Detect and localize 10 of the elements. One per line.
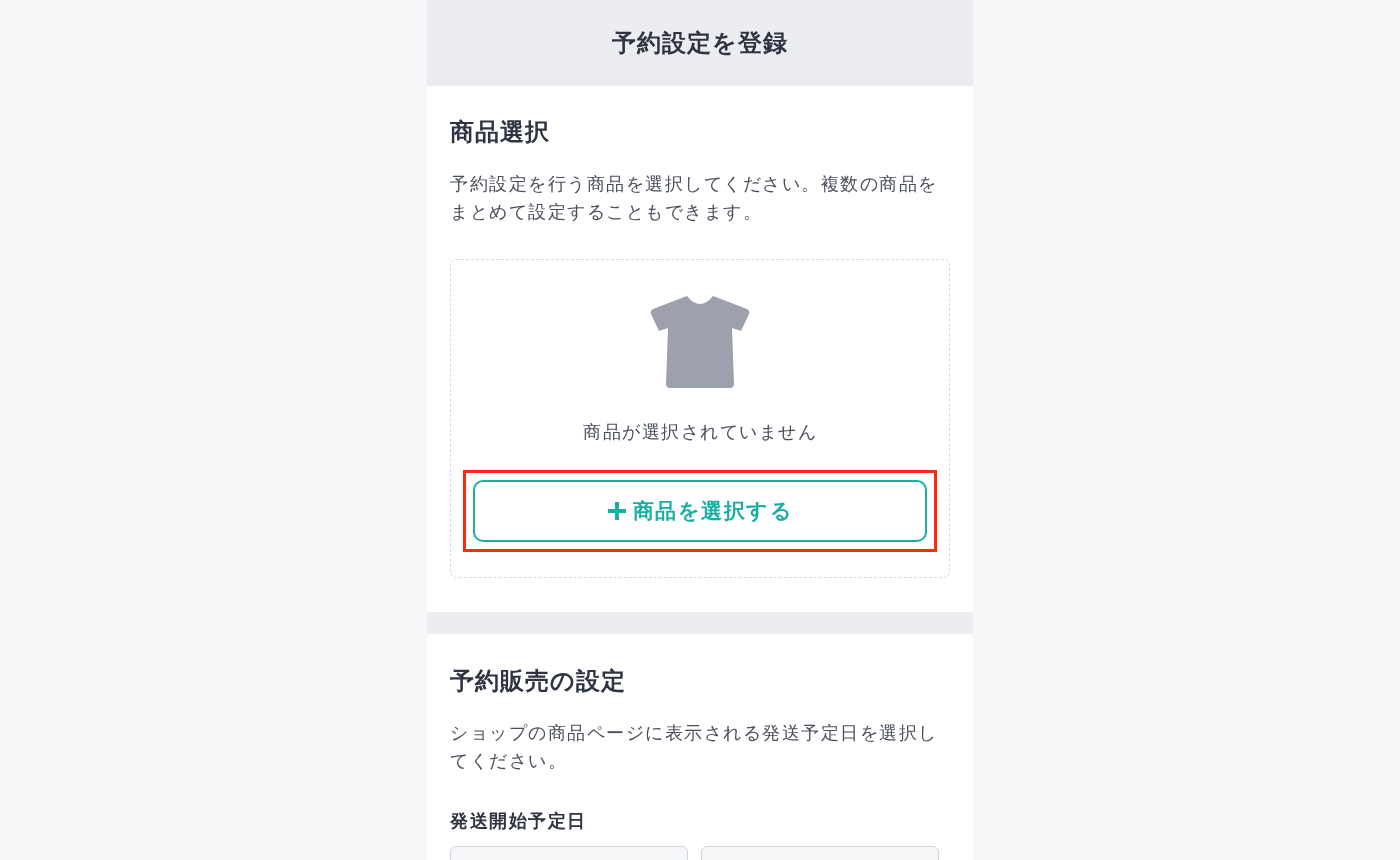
t-shirt-icon: [650, 296, 750, 388]
page-title: 予約設定を登録: [612, 28, 788, 58]
section-heading: 予約販売の設定: [450, 666, 627, 696]
section-heading: 商品選択: [450, 117, 551, 147]
plus-icon: [606, 501, 627, 521]
empty-state-message: 商品が選択されていません: [583, 421, 817, 444]
section-description: 予約設定を行う商品を選択してください。複数の商品をまとめて設定することもできます。: [450, 173, 939, 224]
select-product-button[interactable]: 商品を選択する: [473, 480, 927, 542]
section-description: ショップの商品ページに表示される発送予定日を選択してください。: [450, 722, 939, 773]
field-label: 発送開始予定日: [450, 810, 588, 833]
